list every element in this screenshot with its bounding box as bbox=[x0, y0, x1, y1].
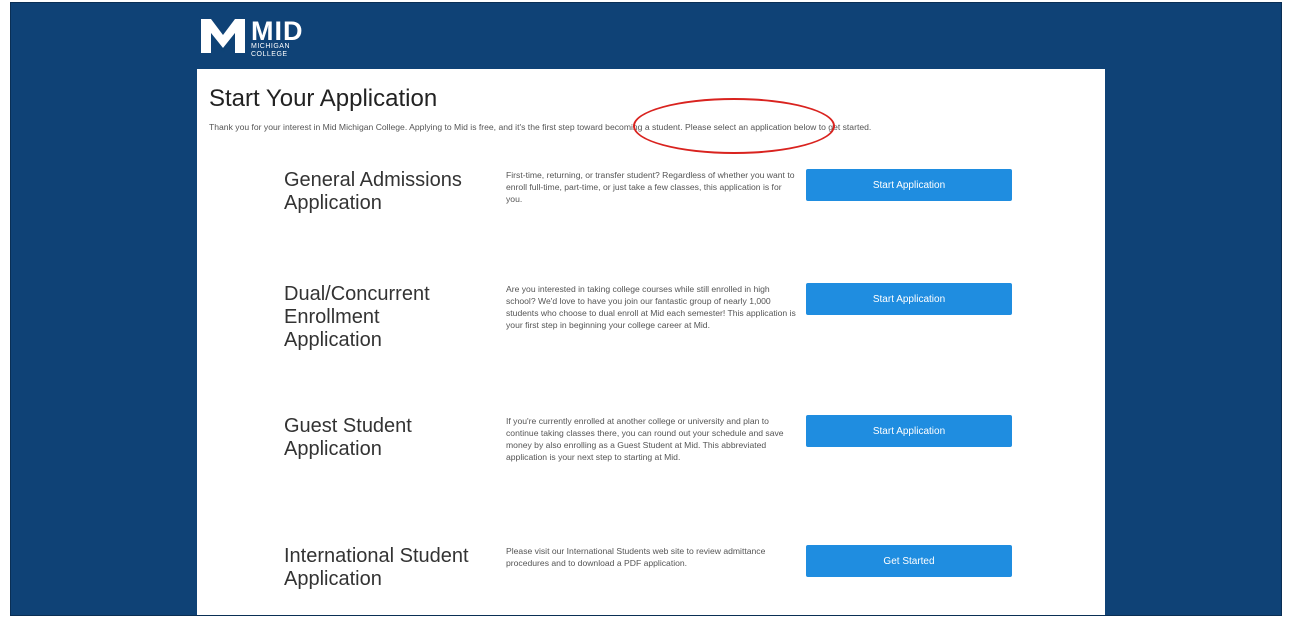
application-title: General Admissions Application bbox=[284, 169, 462, 214]
mid-michigan-college-logo[interactable]: MID MICHIGAN COLLEGE bbox=[201, 13, 341, 63]
get-started-button-international[interactable]: Get Started bbox=[806, 545, 1012, 577]
application-title: Guest Student Application bbox=[284, 415, 412, 460]
page-background: MID MICHIGAN COLLEGE Start Your Applicat… bbox=[10, 2, 1282, 616]
application-title: International Student Application bbox=[284, 545, 469, 590]
page-title: Start Your Application bbox=[209, 85, 438, 112]
start-application-button-general[interactable]: Start Application bbox=[806, 169, 1012, 201]
logo-main-text: MID bbox=[251, 16, 304, 46]
logo-m-icon bbox=[201, 19, 245, 53]
application-description: Please visit our International Students … bbox=[506, 546, 766, 568]
logo-sub-text-2: COLLEGE bbox=[251, 51, 288, 58]
application-description: First-time, returning, or transfer stude… bbox=[506, 170, 795, 204]
application-card: Start Your Application Thank you for you… bbox=[197, 69, 1105, 615]
start-application-button-dual[interactable]: Start Application bbox=[806, 283, 1012, 315]
application-description: Are you interested in taking college cou… bbox=[506, 284, 796, 330]
start-application-button-guest[interactable]: Start Application bbox=[806, 415, 1012, 447]
application-title: Dual/Concurrent Enrollment Application bbox=[284, 283, 430, 351]
logo-wordmark: MID MICHIGAN COLLEGE bbox=[251, 16, 304, 59]
application-description: If you're currently enrolled at another … bbox=[506, 416, 784, 462]
intro-text: Thank you for your interest in Mid Michi… bbox=[209, 122, 872, 132]
